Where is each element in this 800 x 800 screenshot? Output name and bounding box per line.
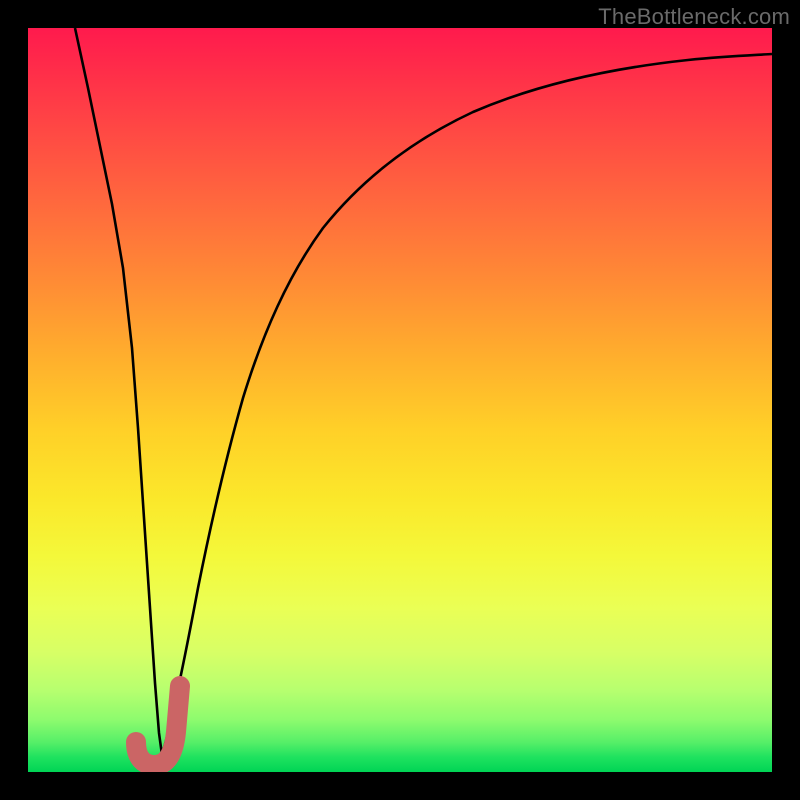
curve-left-branch	[75, 28, 162, 755]
chart-frame: TheBottleneck.com	[0, 0, 800, 800]
watermark-text: TheBottleneck.com	[598, 4, 790, 30]
curve-right-branch	[162, 54, 772, 755]
plot-area	[28, 28, 772, 772]
bottleneck-curve	[28, 28, 772, 772]
